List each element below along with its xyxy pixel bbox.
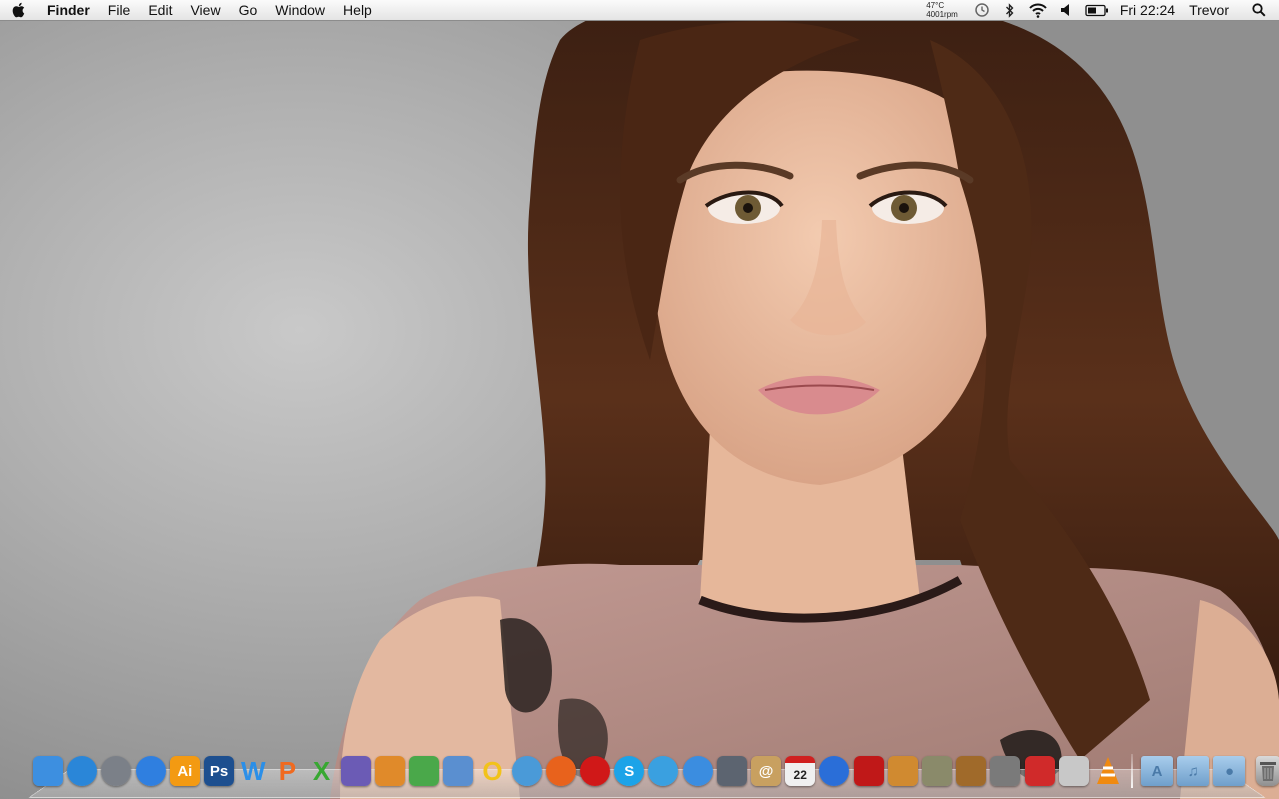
dock-icon-glyph: P — [278, 755, 297, 786]
desktop-wallpaper — [0, 0, 1279, 799]
imovie-star-icon[interactable] — [921, 756, 952, 786]
chat-bubble-icon[interactable] — [682, 756, 713, 786]
dock-icon-glyph: Ps — [209, 762, 229, 780]
iphoto-icon[interactable] — [887, 756, 918, 786]
fast-user-switch[interactable]: Trevor — [1189, 2, 1229, 18]
menu-bar: Finder File Edit View Go Window Help 47°… — [0, 0, 1279, 21]
globe-icon[interactable] — [67, 756, 98, 786]
vlc-cone-icon[interactable] — [1093, 756, 1123, 786]
word-icon[interactable]: W — [238, 756, 268, 786]
preview-icon[interactable] — [443, 756, 474, 786]
dock-icon-glyph: S — [624, 762, 635, 780]
launchpad-icon[interactable] — [101, 756, 132, 786]
finder-icon[interactable] — [33, 756, 64, 786]
music-folder-icon[interactable]: ♫ — [1177, 756, 1210, 786]
system-preferences-icon[interactable] — [990, 756, 1021, 786]
menu-help[interactable]: Help — [334, 0, 381, 21]
outlook-icon[interactable]: O — [478, 756, 508, 786]
temperature-fan-monitor[interactable]: 47°C 4001rpm — [926, 1, 958, 19]
applications-folder-icon[interactable]: A — [1141, 756, 1174, 786]
powerpoint-icon[interactable]: P — [272, 756, 302, 786]
numbers-icon[interactable] — [409, 756, 440, 786]
menu-view[interactable]: View — [181, 0, 229, 21]
dock: Ai Ps W P X O S @22 A ♫ ● — [31, 752, 1279, 792]
app-store-icon[interactable] — [135, 756, 166, 786]
illustrator-icon[interactable]: Ai — [169, 756, 200, 786]
photoshop-icon[interactable]: Ps — [204, 756, 235, 786]
dock-icon-glyph: W — [240, 755, 266, 786]
pen-tool-icon[interactable] — [340, 756, 371, 786]
time-machine-icon[interactable] — [972, 0, 992, 21]
bluetooth-icon[interactable] — [1000, 0, 1020, 21]
skype-icon[interactable]: S — [614, 756, 645, 786]
battery-icon[interactable] — [1084, 0, 1110, 21]
photo-booth-icon[interactable] — [853, 756, 884, 786]
dock-icon-glyph: X — [312, 755, 331, 786]
dock-icon-glyph: Ai — [177, 762, 193, 780]
itunes-icon[interactable] — [819, 756, 850, 786]
trash-icon[interactable] — [1255, 756, 1279, 786]
messenger-icon[interactable] — [648, 756, 679, 786]
folder-glyph: ♫ — [1187, 762, 1199, 780]
dock-icon-glyph: O — [482, 755, 503, 786]
excel-icon[interactable]: X — [307, 756, 337, 786]
menu-edit[interactable]: Edit — [139, 0, 181, 21]
portrait-photo — [330, 0, 1279, 799]
garageband-guitar-icon[interactable] — [956, 756, 987, 786]
address-book-icon[interactable]: @ — [751, 756, 782, 786]
menu-window[interactable]: Window — [266, 0, 334, 21]
utility-app-icon[interactable] — [1058, 756, 1089, 786]
facetime-camera-icon[interactable] — [716, 756, 747, 786]
fan-speed-readout: 4001rpm — [926, 10, 958, 19]
menu-clock[interactable]: Fri 22:24 — [1120, 2, 1175, 18]
menu-file[interactable]: File — [99, 0, 140, 21]
keynote-icon[interactable] — [374, 756, 405, 786]
menu-go[interactable]: Go — [230, 0, 267, 21]
apple-menu-icon[interactable] — [0, 0, 38, 21]
folder-glyph: A — [1151, 762, 1163, 780]
safari-icon[interactable] — [511, 756, 542, 786]
downloads-folder-icon[interactable]: ● — [1213, 756, 1246, 786]
dock-separator — [1131, 754, 1133, 788]
dock-icon-glyph: 22 — [793, 767, 807, 782]
folder-glyph: ● — [1224, 762, 1234, 780]
firefox-icon[interactable] — [545, 756, 576, 786]
volume-icon[interactable] — [1056, 0, 1076, 21]
wifi-icon[interactable] — [1028, 0, 1048, 21]
app-menu-finder[interactable]: Finder — [38, 0, 99, 21]
spotlight-search-icon[interactable] — [1249, 0, 1269, 21]
calendar-icon[interactable]: 22 — [785, 756, 816, 786]
mail-stamp-icon[interactable] — [1024, 756, 1055, 786]
dock-icon-glyph: @ — [758, 762, 774, 780]
temperature-readout: 47°C — [926, 1, 945, 10]
opera-icon[interactable] — [580, 756, 611, 786]
